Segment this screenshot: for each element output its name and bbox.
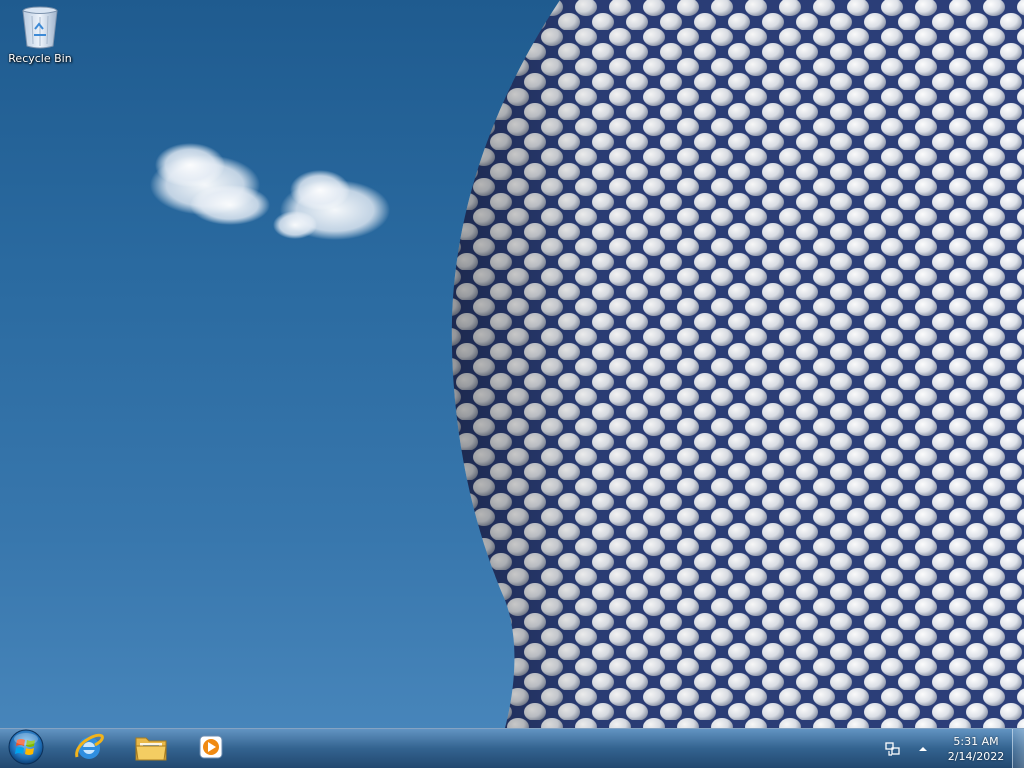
recycle-bin-shortcut[interactable]: Recycle Bin [4, 4, 76, 76]
recycle-bin-icon [20, 4, 60, 50]
system-tray: 5:31 AM 2/14/2022 [884, 729, 1008, 768]
media-player-icon [197, 733, 225, 765]
cloud [150, 143, 390, 240]
clock-time: 5:31 AM [953, 735, 999, 748]
network-icon[interactable] [884, 740, 902, 758]
wallpaper [150, 0, 1024, 728]
clock[interactable]: 5:31 AM 2/14/2022 [944, 734, 1008, 764]
taskbar-internet-explorer[interactable] [62, 731, 116, 767]
show-desktop-button[interactable] [1012, 729, 1024, 768]
chevron-up-icon[interactable] [914, 740, 932, 758]
clock-date: 2/14/2022 [947, 750, 1005, 763]
recycle-bin-label: Recycle Bin [8, 52, 72, 65]
desktop[interactable]: Recycle Bin 5:31 AM 2/14/2022 [0, 0, 1024, 768]
taskbar: 5:31 AM 2/14/2022 [0, 728, 1024, 768]
taskbar-file-explorer[interactable] [124, 731, 178, 767]
folder-icon [134, 732, 168, 766]
taskbar-media-player[interactable] [184, 731, 238, 767]
windows-logo-icon [7, 728, 45, 768]
start-button[interactable] [4, 728, 48, 768]
internet-explorer-icon [73, 731, 105, 767]
